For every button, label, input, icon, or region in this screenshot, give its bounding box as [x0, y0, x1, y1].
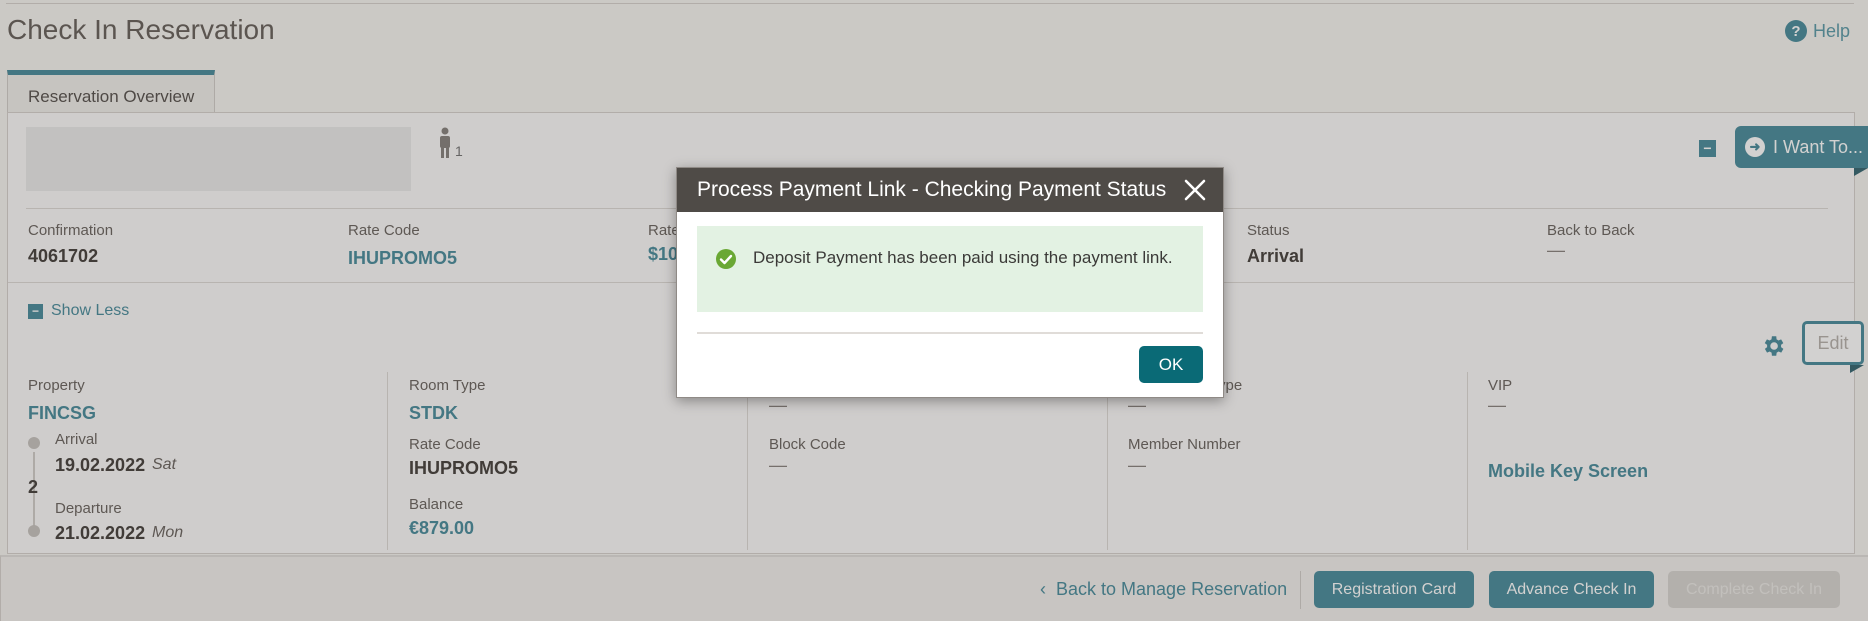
- success-message: Deposit Payment has been paid using the …: [697, 226, 1203, 312]
- close-icon[interactable]: [1183, 178, 1207, 202]
- dialog-title: Process Payment Link - Checking Payment …: [697, 178, 1167, 201]
- ok-button[interactable]: OK: [1139, 346, 1203, 383]
- dialog-header: Process Payment Link - Checking Payment …: [677, 168, 1223, 212]
- message-text: Deposit Payment has been paid using the …: [753, 248, 1173, 267]
- dialog-divider: [697, 332, 1203, 334]
- payment-status-dialog: Process Payment Link - Checking Payment …: [676, 167, 1224, 398]
- check-circle-icon: [716, 249, 736, 269]
